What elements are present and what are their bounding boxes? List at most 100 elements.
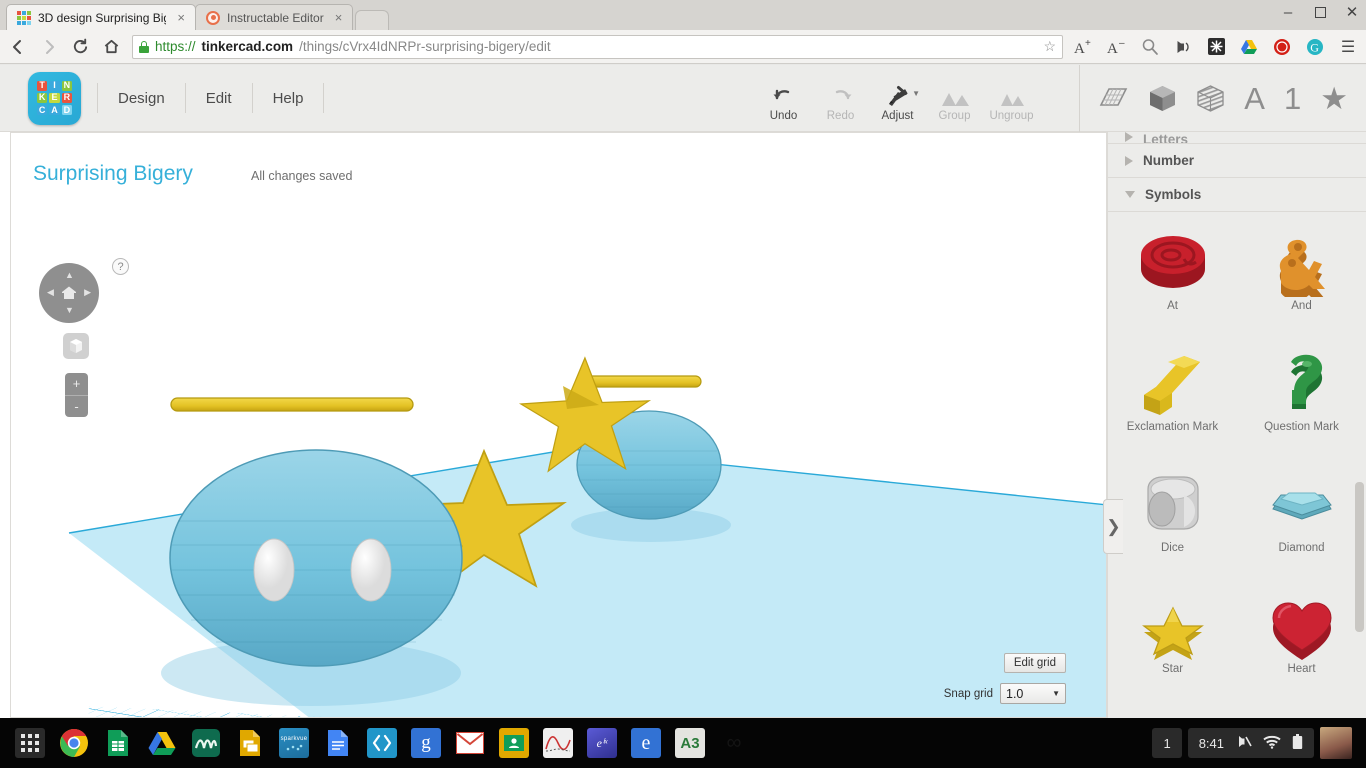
zoom-controls[interactable]: + - (65, 373, 88, 417)
status-tray[interactable]: 8:41 (1187, 728, 1314, 758)
view-nav-pad[interactable]: ▲ ▼ ◀ ▶ (39, 263, 99, 323)
tinkercad-app-icon (191, 728, 221, 758)
view-up-arrow-icon[interactable]: ▲ (65, 271, 74, 280)
symbol-item-exclamation[interactable]: Exclamation Mark (1108, 333, 1237, 454)
maximize-icon[interactable] (1312, 4, 1328, 20)
shape-library-panel: Letters Number Symbols At And Exclamatio… (1107, 132, 1366, 718)
design-canvas[interactable]: Surprising Bigery All changes saved ▲ ▼ … (10, 132, 1107, 718)
back-icon[interactable] (8, 37, 28, 57)
taskbar-slides[interactable] (228, 721, 272, 765)
home-icon[interactable] (101, 37, 121, 57)
zoom-search-icon[interactable] (1140, 37, 1160, 57)
snap-grid-select[interactable]: 1.0 ▼ (1000, 683, 1066, 704)
volume-muted-icon[interactable] (1235, 734, 1252, 752)
home-view-icon[interactable] (61, 285, 77, 303)
font-decrease-icon[interactable]: A – (1107, 37, 1127, 57)
logo-tile-a: A (49, 104, 60, 116)
fit-view-cube-icon[interactable] (63, 333, 89, 359)
panel-section-symbols[interactable]: Symbols (1108, 178, 1366, 212)
help-button[interactable]: ? (112, 258, 129, 275)
symbol-item-at[interactable]: At (1108, 212, 1237, 333)
star-shape-icon[interactable]: ★ (1320, 83, 1348, 114)
wifi-icon[interactable] (1263, 735, 1281, 752)
taskbar-desmos[interactable]: eⁱˣ (580, 721, 624, 765)
chevron-down-icon (1125, 191, 1135, 198)
taskbar-explorer[interactable]: e (624, 721, 668, 765)
letter-a-icon[interactable]: A (1244, 83, 1265, 114)
panel-collapse-button[interactable]: ❯ (1103, 499, 1123, 554)
panel-section-number[interactable]: Number (1108, 144, 1366, 178)
zoom-out-button[interactable]: - (65, 396, 88, 418)
view-left-arrow-icon[interactable]: ◀ (47, 288, 54, 297)
adblock-icon[interactable] (1272, 37, 1292, 57)
taskbar-a360[interactable]: A3 (668, 721, 712, 765)
taskbar-docs[interactable] (316, 721, 360, 765)
view-down-arrow-icon[interactable]: ▼ (65, 306, 74, 315)
panel-section-letters[interactable]: Letters (1108, 132, 1366, 144)
panel-scrollbar[interactable] (1355, 482, 1364, 632)
tinkercad-app: T I N K E R C A D Design Edit Help Undo … (0, 65, 1366, 718)
sound-icon[interactable] (1173, 37, 1193, 57)
view-right-arrow-icon[interactable]: ▶ (84, 288, 91, 297)
workplane-icon[interactable] (1098, 85, 1129, 113)
chevron-down-icon[interactable]: ▼ (1052, 689, 1060, 698)
battery-icon[interactable] (1292, 733, 1303, 753)
adjust-tools-icon (885, 82, 911, 108)
panel-section-label: Letters (1143, 132, 1189, 144)
workspace-indicator[interactable]: 1 (1152, 728, 1182, 758)
address-bar[interactable]: https:// tinkercad.com/things/cVrx4IdNRPr… (132, 34, 1063, 59)
solid-cube-icon[interactable] (1148, 84, 1177, 113)
bookmark-star-icon[interactable]: ☆ (1043, 38, 1056, 55)
tab-title: Instructable Editor (227, 10, 324, 25)
taskbar-drive[interactable] (140, 721, 184, 765)
taskbar-classroom[interactable] (492, 721, 536, 765)
chevron-down-icon[interactable]: ▼ (912, 89, 920, 98)
symbol-item-star[interactable]: Star (1108, 575, 1237, 696)
taskbar-code[interactable] (360, 721, 404, 765)
taskbar-sparkvue[interactable]: sparkvue (272, 721, 316, 765)
eye-left (253, 538, 295, 602)
close-icon[interactable]: × (173, 11, 185, 24)
browser-tab-instructables[interactable]: Instructable Editor × (195, 4, 354, 30)
google-label: g (421, 732, 431, 753)
menu-edit[interactable]: Edit (186, 83, 253, 113)
symbol-item-and[interactable]: And (1237, 212, 1366, 333)
taskbar-chrome[interactable] (52, 721, 96, 765)
desmos-icon: eⁱˣ (587, 728, 617, 758)
adjust-button[interactable]: Adjust ▼ (869, 76, 926, 122)
tinkercad-logo-icon[interactable]: T I N K E R C A D (28, 71, 81, 125)
google-drive-icon[interactable] (1239, 37, 1259, 57)
page-title[interactable]: Surprising Bigery (33, 162, 193, 186)
symbol-item-question[interactable]: Question Mark (1237, 333, 1366, 454)
undo-button[interactable]: Undo (755, 76, 812, 122)
grammarly-icon[interactable]: G (1305, 37, 1325, 57)
close-icon[interactable]: × (331, 11, 343, 24)
zoom-in-button[interactable]: + (65, 373, 88, 396)
taskbar-graph[interactable] (536, 721, 580, 765)
taskbar-gmail[interactable] (448, 721, 492, 765)
edit-grid-button[interactable]: Edit grid (1003, 653, 1066, 673)
symbol-item-heart[interactable]: Heart (1237, 575, 1366, 696)
menu-design[interactable]: Design (97, 83, 186, 113)
symbol-item-diamond[interactable]: Diamond (1237, 454, 1366, 575)
number-one-icon[interactable]: 1 (1284, 83, 1301, 114)
taskbar-infinity[interactable]: ∞ (712, 721, 756, 765)
workplane-3d-scene[interactable] (11, 133, 1107, 718)
autodesk-a360-icon: A3 (675, 728, 705, 758)
menu-help[interactable]: Help (253, 83, 325, 113)
new-tab-button[interactable] (355, 10, 390, 30)
reload-icon[interactable] (70, 37, 90, 57)
chrome-menu-icon[interactable]: ☰ (1338, 37, 1358, 57)
app-launcher-button[interactable] (8, 721, 52, 765)
taskbar-sheets[interactable] (96, 721, 140, 765)
symbol-item-dice[interactable]: Dice (1108, 454, 1237, 575)
puzzle-icon[interactable] (1206, 37, 1226, 57)
font-increase-icon[interactable]: A + (1074, 37, 1094, 57)
minimize-icon[interactable]: – (1280, 4, 1296, 20)
browser-tab-tinkercad[interactable]: 3D design Surprising Big × (6, 4, 196, 30)
user-avatar[interactable] (1320, 727, 1352, 759)
taskbar-google[interactable]: g (404, 721, 448, 765)
close-icon[interactable]: ✕ (1344, 4, 1360, 20)
hole-cube-icon[interactable] (1196, 84, 1225, 113)
taskbar-tinkercad[interactable] (184, 721, 228, 765)
